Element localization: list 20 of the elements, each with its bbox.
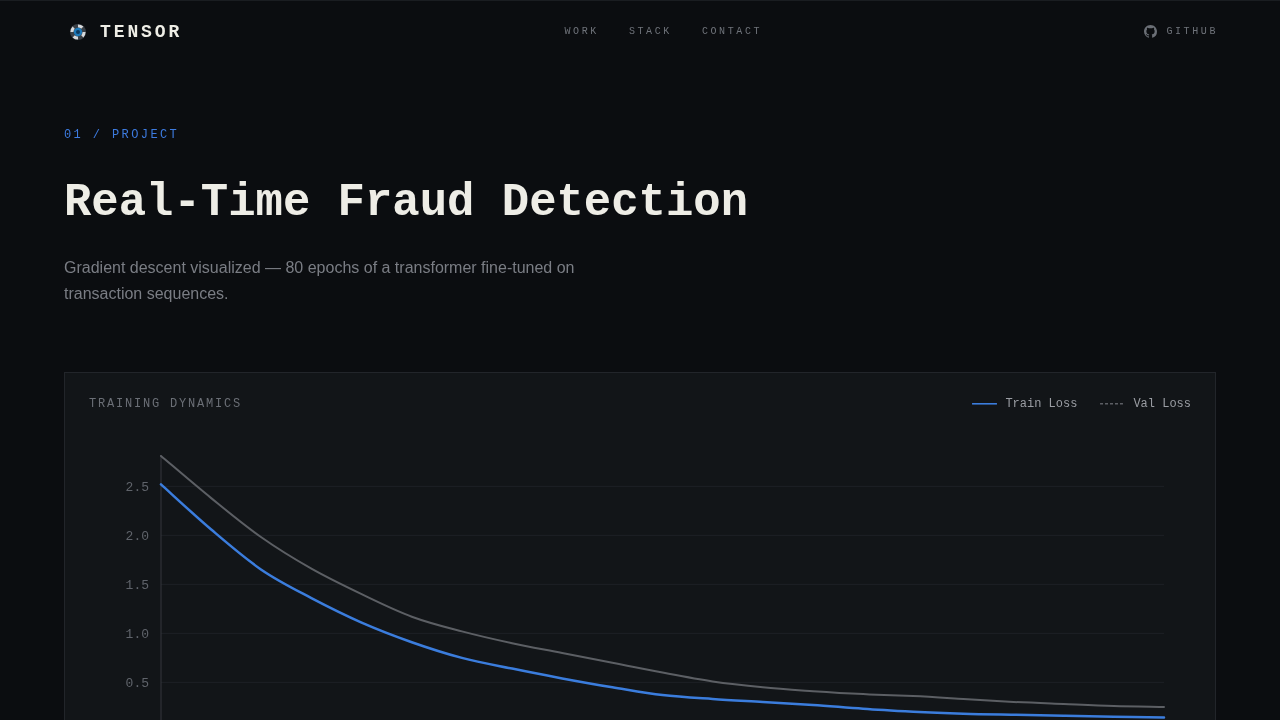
nav-link[interactable]: STACK [628,26,672,37]
y-tick-label: 1.5 [125,577,149,593]
legend-line-icon [972,403,998,405]
legend-label: Val Loss [1133,397,1191,411]
legend-line-icon [1100,403,1126,405]
nav-link[interactable]: WORK [564,26,599,37]
nav-link[interactable]: CONTACT [701,26,763,37]
y-tick-label: 2.0 [125,528,149,544]
y-tick-label: 1.0 [125,626,149,642]
page-title: Real-Time Fraud Detection [64,177,750,229]
github-icon [1144,25,1158,38]
project-description: Gradient descent visualized — 80 epochs of a transformer fine-tuned on transaction sequences. [64,258,576,304]
aperture-icon [70,23,86,40]
y-tick-label: 0.5 [125,675,149,691]
y-tick-label: 2.5 [125,479,149,495]
chart-title: TRAINING DYNAMICS [89,397,243,411]
github-link[interactable]: GITHUB [1144,25,1218,38]
section-label: 01 / PROJECT [64,127,181,143]
brand-name: TENSOR [100,21,183,42]
legend-label: Train Loss [1005,397,1078,411]
